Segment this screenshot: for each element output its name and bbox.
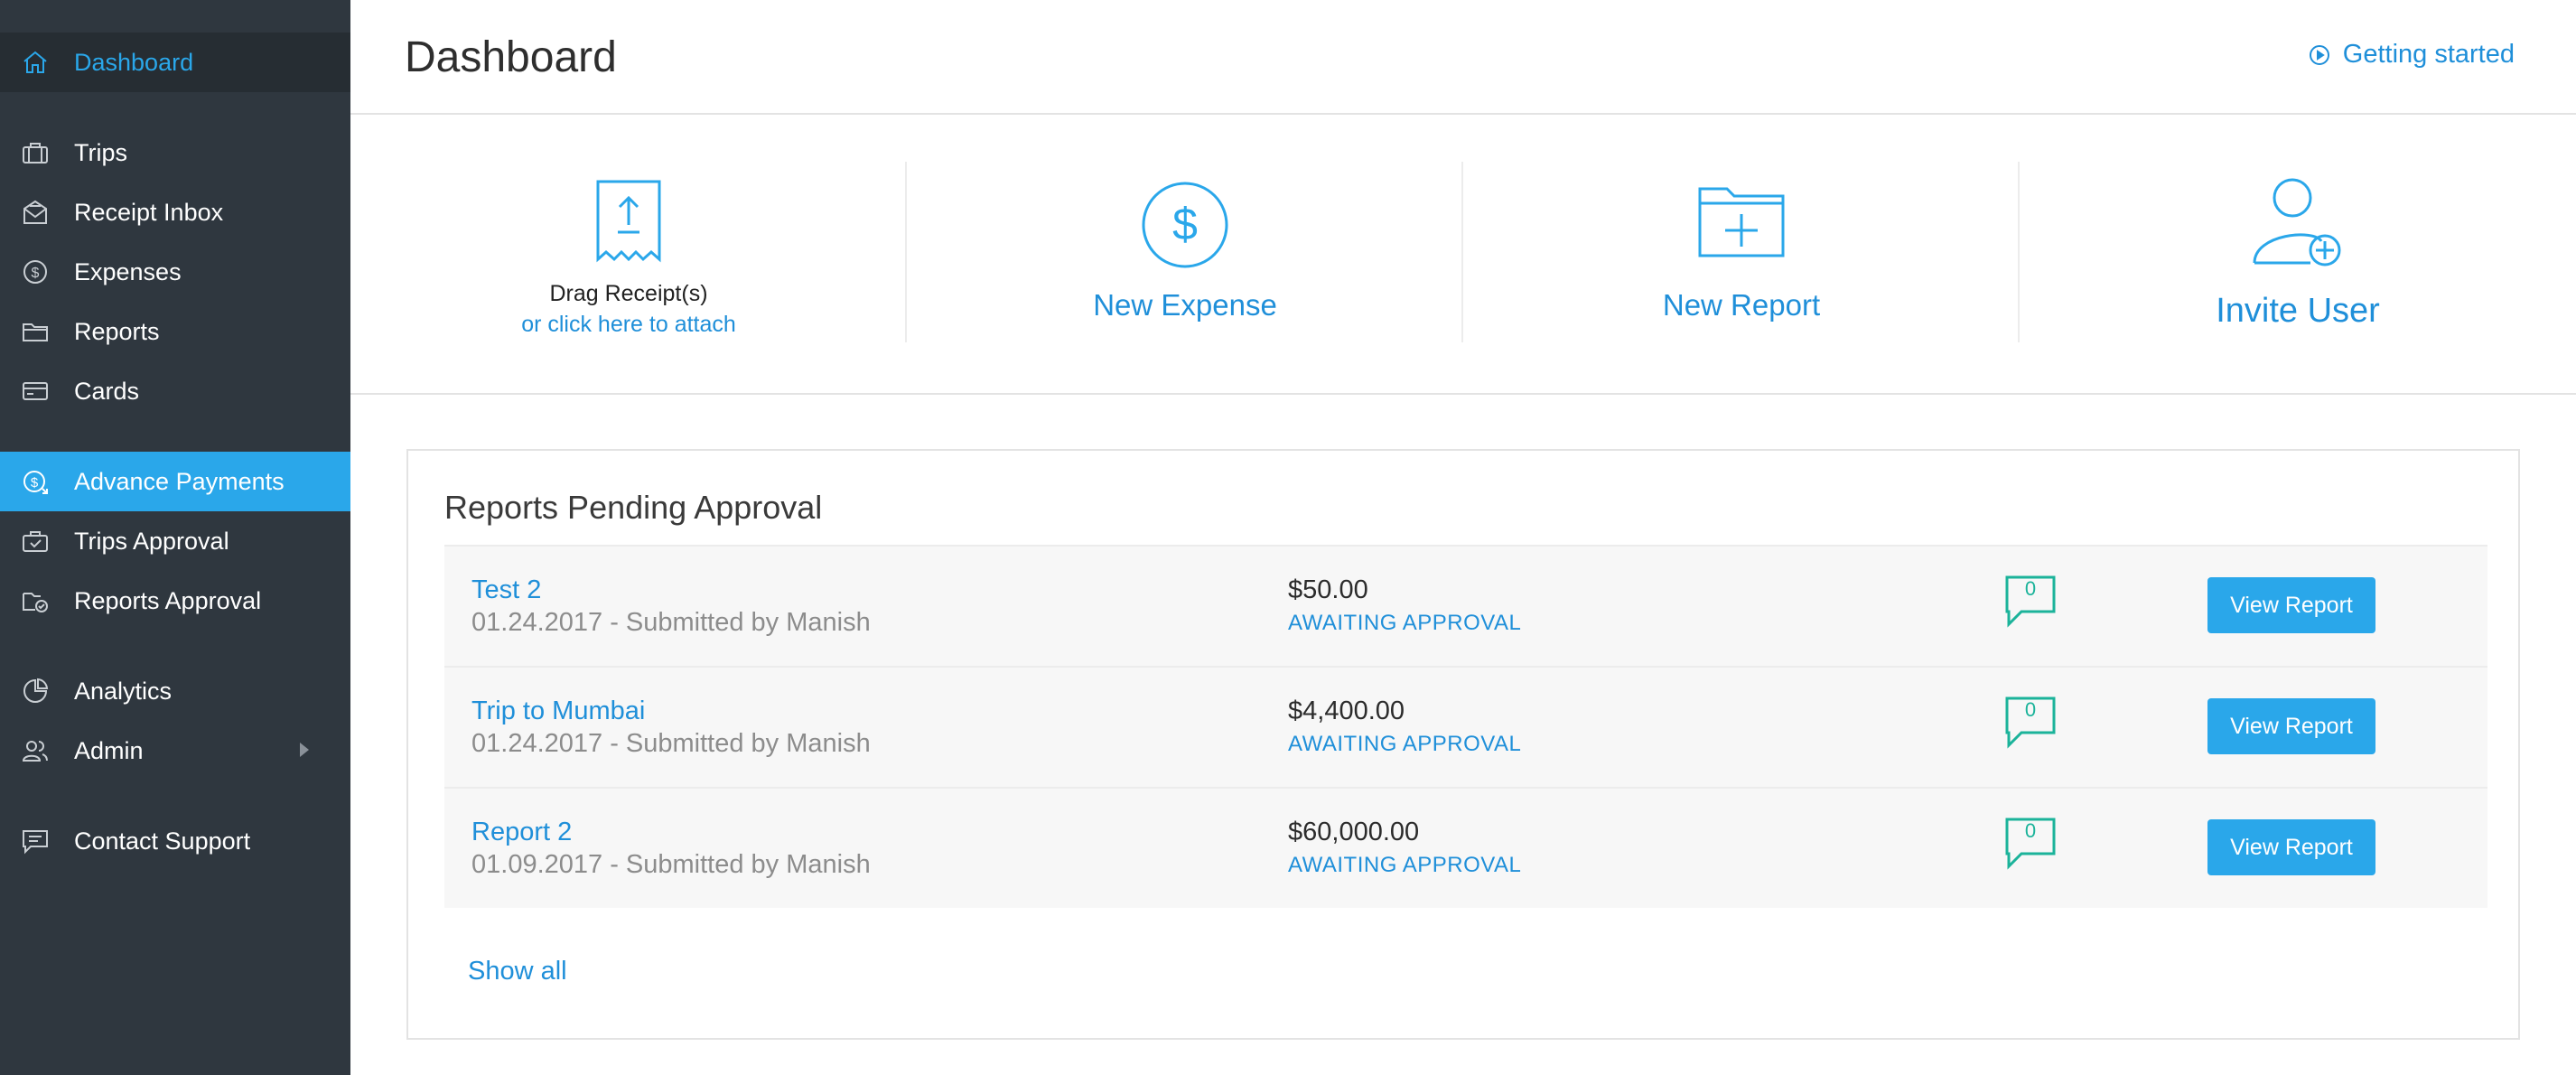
panel-title: Reports Pending Approval xyxy=(444,489,823,526)
drag-receipts-dropzone[interactable]: Drag Receipt(s) or click here to attach xyxy=(350,115,907,393)
sidebar-item-trips[interactable]: Trips xyxy=(0,123,350,182)
sidebar-item-label: Trips xyxy=(74,138,127,166)
getting-started-label: Getting started xyxy=(2342,40,2515,69)
view-report-button[interactable]: View Report xyxy=(2207,577,2375,633)
dollar-circle-icon: $ xyxy=(20,257,51,286)
invite-user-label: Invite User xyxy=(2216,292,2380,330)
new-report-label: New Report xyxy=(1662,288,1821,322)
receipt-upload-icon xyxy=(596,180,661,263)
comments-button[interactable]: 0 xyxy=(2003,816,2058,870)
invite-user-button[interactable]: Invite User xyxy=(2020,115,2576,393)
sidebar-item-label: Advance Payments xyxy=(74,467,285,495)
table-row: Test 2 01.24.2017 - Submitted by Manish … xyxy=(444,545,2487,666)
sidebar-item-label: Analytics xyxy=(74,677,173,705)
getting-started-link[interactable]: Getting started xyxy=(2309,40,2515,70)
sidebar-item-label: Expenses xyxy=(74,257,182,285)
divider xyxy=(350,393,2576,395)
inbox-icon xyxy=(20,198,51,227)
pending-reports-list: Test 2 01.24.2017 - Submitted by Manish … xyxy=(444,545,2487,908)
sidebar-item-label: Dashboard xyxy=(74,48,194,76)
report-submitted-info: 01.09.2017 - Submitted by Manish xyxy=(471,850,871,879)
comment-count: 0 xyxy=(2024,698,2037,721)
comments-button[interactable]: 0 xyxy=(2003,574,2058,628)
sidebar-item-dashboard[interactable]: Dashboard xyxy=(0,33,350,92)
new-expense-button[interactable]: $ New Expense xyxy=(907,115,1463,393)
status-badge: AWAITING APPROVAL xyxy=(1288,853,1522,877)
report-amount: $60,000.00 xyxy=(1288,818,1420,846)
svg-text:$: $ xyxy=(31,475,39,491)
sidebar-item-expenses[interactable]: $ Expenses xyxy=(0,242,350,302)
status-badge: AWAITING APPROVAL xyxy=(1288,611,1522,635)
pie-chart-icon xyxy=(20,677,51,706)
sidebar-item-contact-support[interactable]: Contact Support xyxy=(0,811,350,871)
chevron-right-icon xyxy=(300,743,309,757)
briefcase-icon xyxy=(20,138,51,167)
dollar-circle-icon: $ xyxy=(1142,182,1228,268)
reports-pending-approval-panel: Reports Pending Approval Test 2 01.24.20… xyxy=(406,449,2520,1040)
sidebar-item-label: Cards xyxy=(74,377,140,405)
comment-count: 0 xyxy=(2024,577,2037,600)
view-report-button[interactable]: View Report xyxy=(2207,698,2375,754)
report-title-link[interactable]: Trip to Mumbai xyxy=(471,696,645,726)
sidebar-item-cards[interactable]: Cards xyxy=(0,361,350,421)
home-icon xyxy=(20,48,51,77)
comment-count: 0 xyxy=(2024,819,2037,842)
card-icon xyxy=(20,377,51,406)
report-title-link[interactable]: Test 2 xyxy=(471,575,541,605)
sidebar: Dashboard Trips Receipt Inbox $ Expenses… xyxy=(0,0,350,1075)
sidebar-item-reports[interactable]: Reports xyxy=(0,302,350,361)
report-title-link[interactable]: Report 2 xyxy=(471,818,572,847)
show-all-link[interactable]: Show all xyxy=(468,957,567,986)
report-submitted-info: 01.24.2017 - Submitted by Manish xyxy=(471,729,871,758)
sidebar-item-advance-payments[interactable]: $ Advance Payments xyxy=(0,452,350,511)
sidebar-item-label: Reports Approval xyxy=(74,586,262,614)
folder-check-icon xyxy=(20,586,51,615)
new-report-button[interactable]: New Report xyxy=(1463,115,2020,393)
chat-icon xyxy=(20,827,51,855)
users-icon xyxy=(20,736,51,765)
sidebar-item-receipt-inbox[interactable]: Receipt Inbox xyxy=(0,182,350,242)
sidebar-item-label: Trips Approval xyxy=(74,527,229,555)
sidebar-item-label: Contact Support xyxy=(74,827,251,855)
click-to-attach-link[interactable]: or click here to attach xyxy=(350,312,907,338)
folder-icon xyxy=(20,317,51,346)
sidebar-item-analytics[interactable]: Analytics xyxy=(0,661,350,721)
table-row: Trip to Mumbai 01.24.2017 - Submitted by… xyxy=(444,666,2487,787)
report-submitted-info: 01.24.2017 - Submitted by Manish xyxy=(471,608,871,637)
briefcase-check-icon xyxy=(20,527,51,556)
sidebar-item-label: Reports xyxy=(74,317,160,345)
report-amount: $50.00 xyxy=(1288,575,1368,604)
svg-text:$: $ xyxy=(1172,199,1198,249)
folder-add-icon xyxy=(1698,187,1785,257)
report-amount: $4,400.00 xyxy=(1288,696,1405,725)
new-expense-label: New Expense xyxy=(1093,288,1277,322)
sidebar-item-label: Receipt Inbox xyxy=(74,198,224,226)
user-add-icon xyxy=(2253,178,2341,266)
page-title: Dashboard xyxy=(405,33,617,81)
sidebar-item-admin[interactable]: Admin xyxy=(0,721,350,781)
play-circle-icon xyxy=(2309,44,2329,65)
quick-actions: Drag Receipt(s) or click here to attach … xyxy=(350,115,2576,393)
sidebar-item-trips-approval[interactable]: Trips Approval xyxy=(0,511,350,571)
main-content: Dashboard Getting started Drag Receipt(s… xyxy=(350,0,2576,1075)
sidebar-item-reports-approval[interactable]: Reports Approval xyxy=(0,571,350,631)
svg-text:$: $ xyxy=(32,266,40,281)
table-row: Report 2 01.09.2017 - Submitted by Manis… xyxy=(444,787,2487,908)
view-report-button[interactable]: View Report xyxy=(2207,819,2375,875)
sidebar-item-label: Admin xyxy=(74,736,144,764)
status-badge: AWAITING APPROVAL xyxy=(1288,732,1522,756)
advance-payment-icon: $ xyxy=(20,467,51,496)
comments-button[interactable]: 0 xyxy=(2003,695,2058,749)
drag-receipts-label: Drag Receipt(s) xyxy=(549,281,708,306)
